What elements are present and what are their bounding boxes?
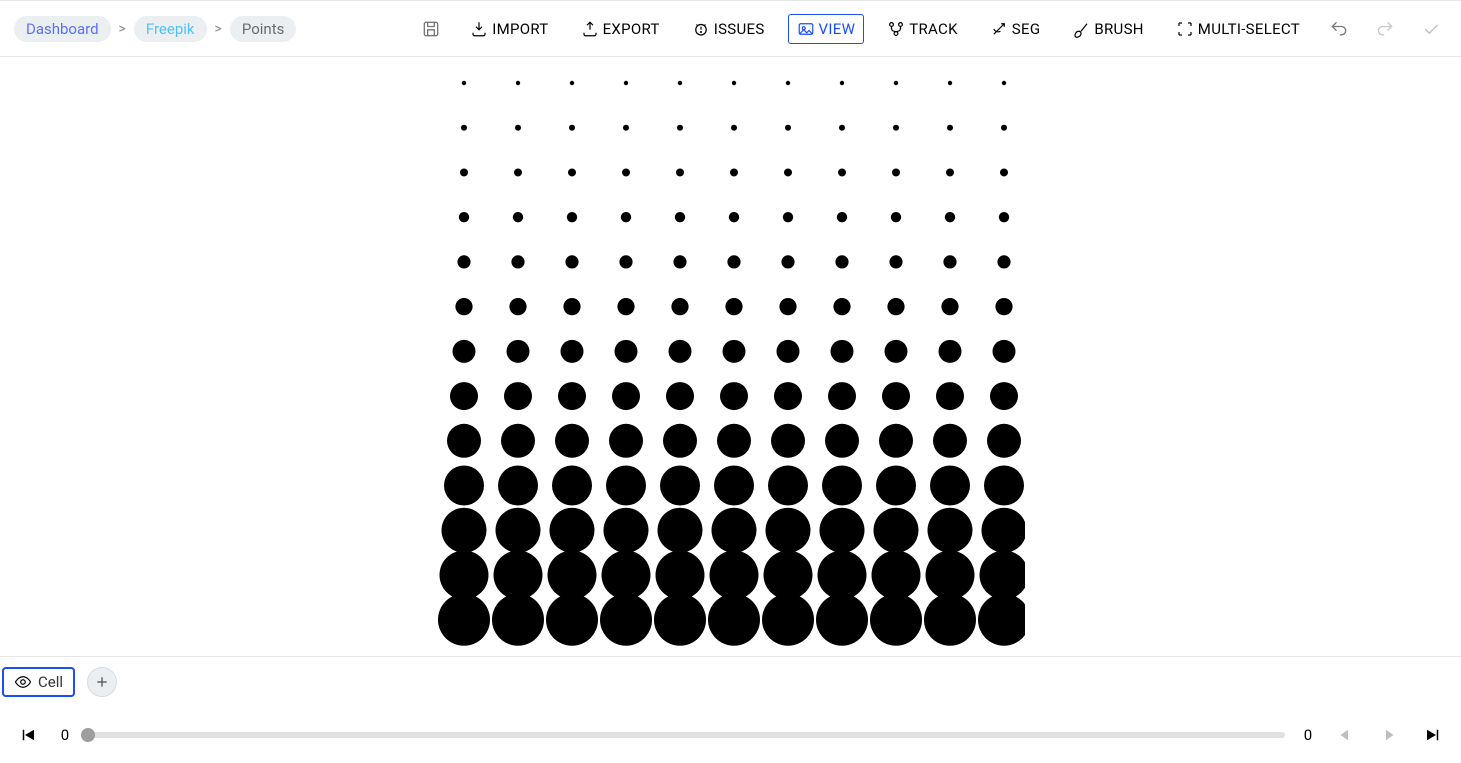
save-button[interactable] — [415, 13, 447, 45]
track-button[interactable]: TRACK — [878, 14, 967, 44]
redo-icon — [1375, 19, 1395, 39]
seg-label: SEG — [1012, 20, 1041, 38]
skip-last-icon — [1424, 726, 1442, 744]
multi-select-label: MULTI-SELECT — [1198, 20, 1300, 38]
timeline-next-button[interactable] — [1375, 721, 1403, 749]
prev-icon — [1336, 726, 1354, 744]
timeline-prev-button[interactable] — [1331, 721, 1359, 749]
breadcrumb-project[interactable]: Freepik — [134, 16, 207, 42]
label-chip-text: Cell — [38, 673, 63, 691]
track-icon — [887, 20, 905, 38]
add-label-button[interactable] — [87, 667, 117, 697]
brush-label: BRUSH — [1094, 20, 1143, 38]
save-icon — [421, 19, 441, 39]
timeline-track[interactable] — [88, 732, 1285, 738]
issues-label: ISSUES — [714, 20, 765, 38]
export-button[interactable]: EXPORT — [572, 14, 669, 44]
issues-icon — [692, 20, 710, 38]
timeline-end-index: 0 — [1301, 726, 1315, 744]
track-label: TRACK — [909, 20, 958, 38]
confirm-button[interactable] — [1415, 13, 1447, 45]
import-button[interactable]: IMPORT — [461, 14, 557, 44]
breadcrumb-sep: > — [215, 21, 222, 37]
seg-button[interactable]: SEG — [981, 14, 1050, 44]
timeline-thumb[interactable] — [81, 728, 95, 742]
canvas-image — [437, 63, 1025, 651]
tool-group: IMPORT EXPORT ISSUES VIEW TRACK SEG BRUS… — [415, 13, 1447, 45]
eye-icon — [14, 673, 32, 691]
redo-button[interactable] — [1369, 13, 1401, 45]
top-toolbar: Dashboard > Freepik > Points IMPORT EXPO… — [0, 0, 1461, 57]
label-chip-cell[interactable]: Cell — [2, 667, 75, 697]
export-label: EXPORT — [603, 20, 660, 38]
brush-icon — [1072, 20, 1090, 38]
check-icon — [1421, 19, 1441, 39]
timeline-first-button[interactable] — [14, 721, 42, 749]
skip-first-icon — [19, 726, 37, 744]
multi-select-button[interactable]: MULTI-SELECT — [1167, 14, 1309, 44]
view-button[interactable]: VIEW — [788, 14, 865, 44]
canvas-area[interactable] — [0, 57, 1461, 656]
timeline-start-index: 0 — [58, 726, 72, 744]
breadcrumb-sep: > — [119, 21, 126, 37]
halftone-pattern — [437, 63, 1025, 651]
undo-icon — [1329, 19, 1349, 39]
label-bar: Cell — [0, 656, 1461, 707]
issues-button[interactable]: ISSUES — [683, 14, 774, 44]
breadcrumb-current: Points — [230, 16, 297, 42]
undo-button[interactable] — [1323, 13, 1355, 45]
view-icon — [797, 20, 815, 38]
multi-select-icon — [1176, 20, 1194, 38]
timeline: 0 0 — [0, 707, 1461, 763]
breadcrumb-dashboard[interactable]: Dashboard — [14, 16, 111, 42]
timeline-last-button[interactable] — [1419, 721, 1447, 749]
view-label: VIEW — [819, 20, 856, 38]
plus-icon — [94, 674, 110, 690]
breadcrumb: Dashboard > Freepik > Points — [14, 16, 296, 42]
import-label: IMPORT — [492, 20, 548, 38]
brush-button[interactable]: BRUSH — [1063, 14, 1152, 44]
seg-icon — [990, 20, 1008, 38]
next-icon — [1380, 726, 1398, 744]
import-icon — [470, 20, 488, 38]
export-icon — [581, 20, 599, 38]
